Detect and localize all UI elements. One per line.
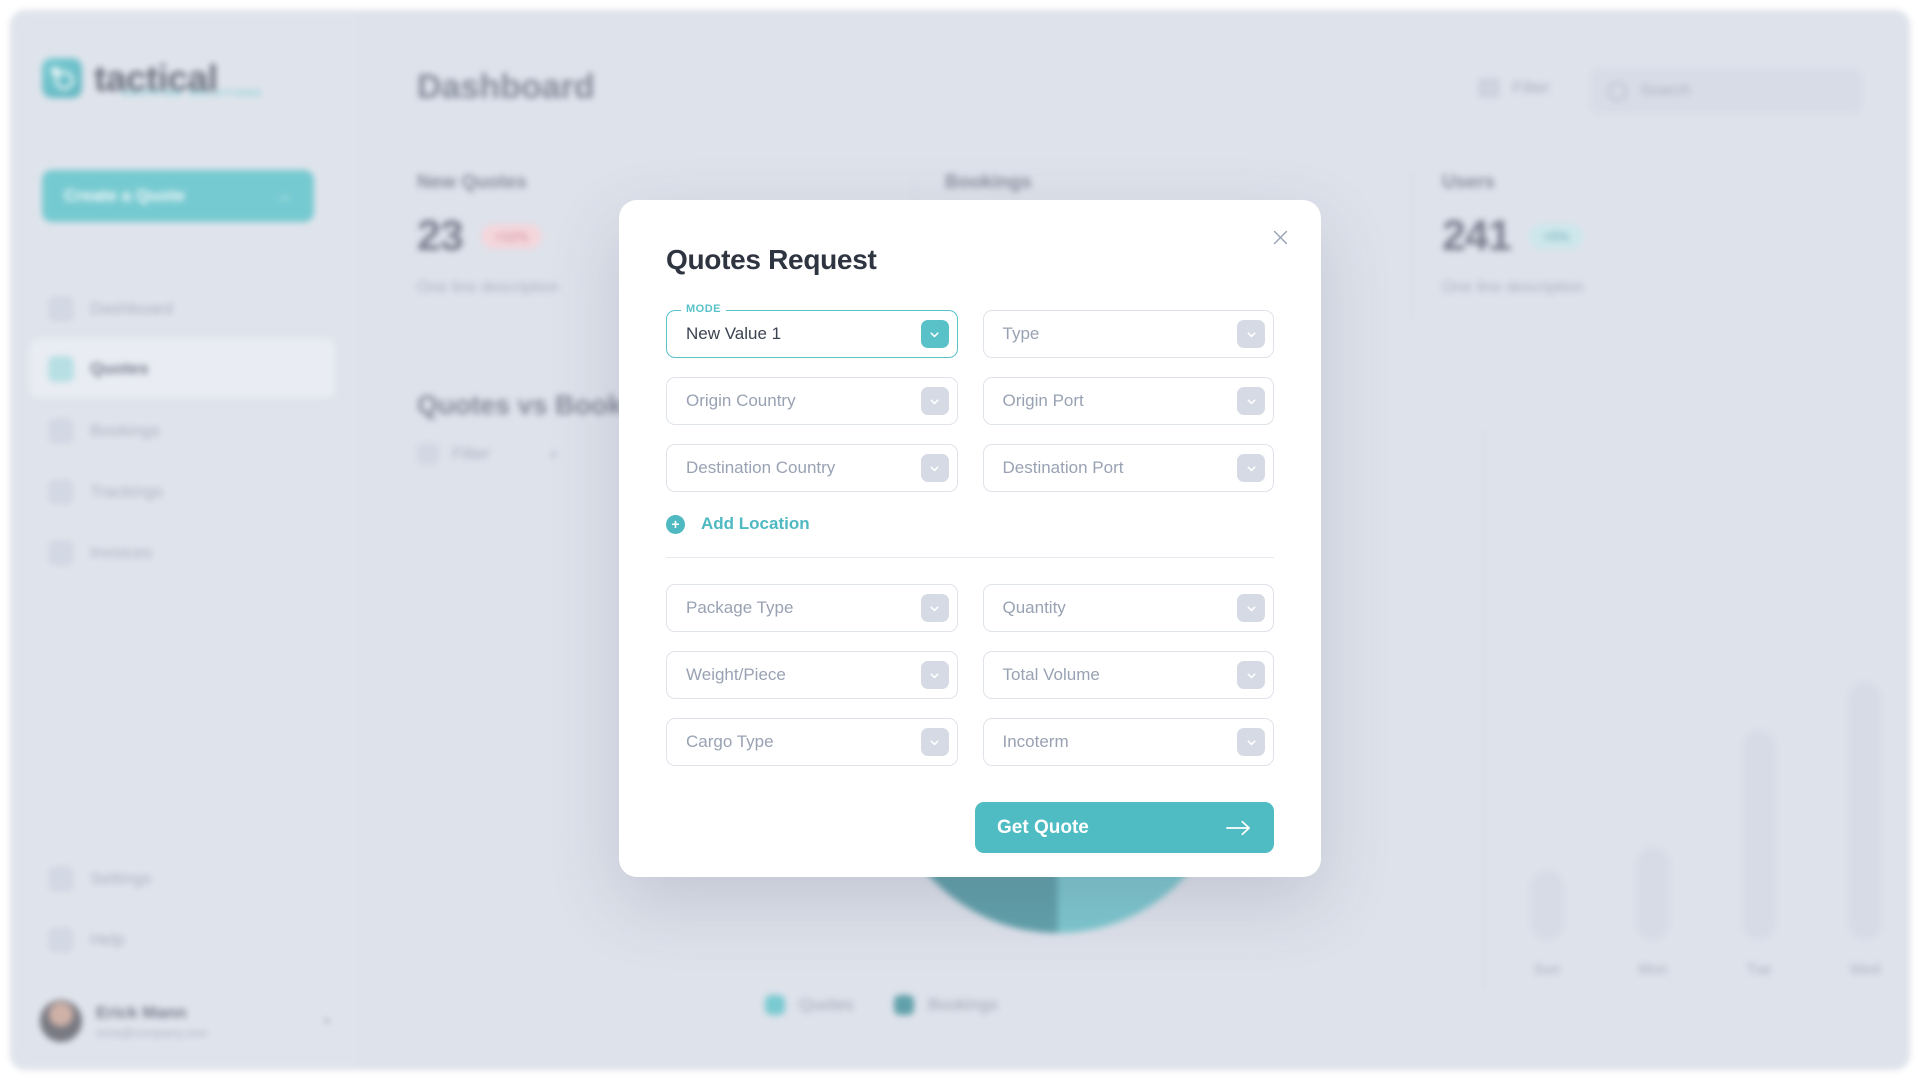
package-type-select[interactable]: Package Type xyxy=(666,584,958,632)
mode-label: MODE xyxy=(681,303,726,315)
destination-port-placeholder: Destination Port xyxy=(1002,458,1124,477)
cargo-type-placeholder: Cargo Type xyxy=(686,732,774,751)
modal-title: Quotes Request xyxy=(666,244,877,275)
origin-port-placeholder: Origin Port xyxy=(1002,391,1084,410)
location-fields-grid: MODE New Value 1 Type Origin Country Ori… xyxy=(666,303,1274,492)
chevron-down-icon[interactable] xyxy=(920,661,949,689)
chevron-down-icon[interactable] xyxy=(1237,387,1265,415)
chevron-down-icon[interactable] xyxy=(1237,728,1265,756)
add-location-label: Add Location xyxy=(701,514,810,533)
mode-select[interactable]: MODE New Value 1 xyxy=(666,303,958,358)
app-root: tactical SHIPPING SOLUTIONS Create a Quo… xyxy=(0,0,1920,1080)
plus-circle-icon: + xyxy=(666,514,685,534)
chevron-down-icon[interactable] xyxy=(1237,661,1265,689)
total-volume-placeholder: Total Volume xyxy=(1002,665,1100,684)
chevron-down-icon[interactable] xyxy=(1237,594,1265,622)
origin-country-select[interactable]: Origin Country xyxy=(666,377,958,425)
modal-footer: Get Quote xyxy=(666,802,1274,853)
quantity-placeholder: Quantity xyxy=(1002,598,1066,617)
add-location-button[interactable]: + Add Location xyxy=(666,514,1274,534)
weight-per-piece-select[interactable]: Weight/Piece xyxy=(666,651,958,699)
destination-port-select[interactable]: Destination Port xyxy=(982,444,1274,492)
type-select[interactable]: Type xyxy=(982,310,1274,358)
cargo-type-select[interactable]: Cargo Type xyxy=(666,718,958,766)
total-volume-select[interactable]: Total Volume xyxy=(982,651,1274,699)
close-button[interactable] xyxy=(1263,220,1297,254)
quotes-request-modal: Quotes Request MODE New Value 1 Type Ori… xyxy=(619,200,1321,877)
quantity-select[interactable]: Quantity xyxy=(982,584,1274,632)
destination-country-select[interactable]: Destination Country xyxy=(666,444,958,492)
chevron-down-icon[interactable] xyxy=(920,320,949,348)
mode-value: New Value 1 xyxy=(686,324,782,343)
chevron-down-icon[interactable] xyxy=(1237,320,1265,348)
incoterm-select[interactable]: Incoterm xyxy=(982,718,1274,766)
chevron-down-icon[interactable] xyxy=(920,454,949,482)
arrow-right-icon xyxy=(1226,820,1250,835)
destination-country-placeholder: Destination Country xyxy=(686,458,836,477)
get-quote-button[interactable]: Get Quote xyxy=(975,802,1274,853)
chevron-down-icon[interactable] xyxy=(920,728,949,756)
incoterm-placeholder: Incoterm xyxy=(1002,732,1069,751)
weight-per-piece-placeholder: Weight/Piece xyxy=(686,665,786,684)
origin-country-placeholder: Origin Country xyxy=(686,391,796,410)
chevron-down-icon[interactable] xyxy=(920,594,949,622)
get-quote-label: Get Quote xyxy=(997,816,1089,838)
close-icon xyxy=(1273,230,1287,244)
type-placeholder: Type xyxy=(1002,324,1040,343)
cargo-fields-grid: Package Type Quantity Weight/Piece Total… xyxy=(666,584,1274,766)
chevron-down-icon[interactable] xyxy=(920,387,949,415)
origin-port-select[interactable]: Origin Port xyxy=(982,377,1274,425)
package-type-placeholder: Package Type xyxy=(686,598,794,617)
chevron-down-icon[interactable] xyxy=(1237,454,1265,482)
section-divider xyxy=(666,557,1274,558)
